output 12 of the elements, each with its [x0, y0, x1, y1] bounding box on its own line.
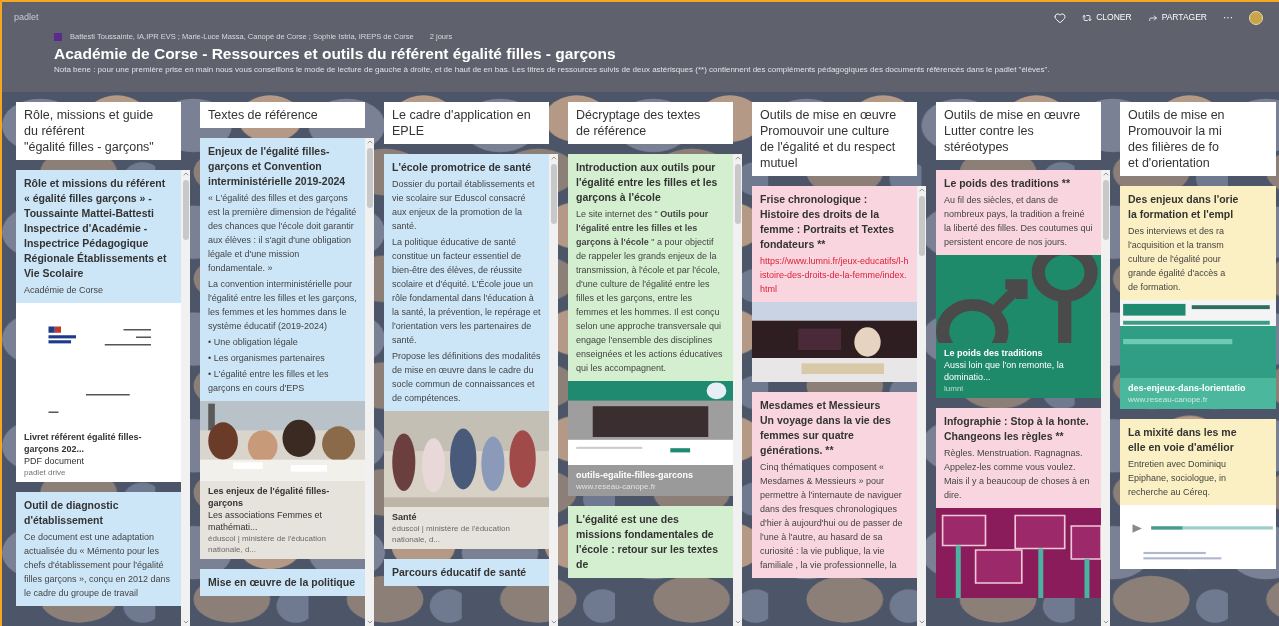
board-description: Nota bene : pour une première prise en main nous vous conseillons le mode de lecture de gauche à droite, et de haut de en bas. Les titres de ressources suivis de deux astérisques (**) contiennent des compléments pédagogiques des documents référencés dans le padlet "élèves". [54, 64, 1051, 76]
more-button[interactable]: ··· [1223, 10, 1233, 25]
like-button[interactable] [1054, 11, 1067, 24]
share-button[interactable]: PARTAGER [1147, 11, 1207, 24]
share-icon [1147, 12, 1158, 23]
repeat-icon [1082, 12, 1093, 23]
heart-icon [1054, 11, 1067, 24]
author-avatar [54, 32, 62, 41]
user-avatar[interactable] [1249, 10, 1263, 25]
clone-button[interactable]: CLONER [1082, 11, 1132, 24]
logo[interactable]: padlet [14, 10, 39, 25]
board-title: Académie de Corse - Ressources et outils du référent égalité filles - garçons [54, 44, 617, 65]
